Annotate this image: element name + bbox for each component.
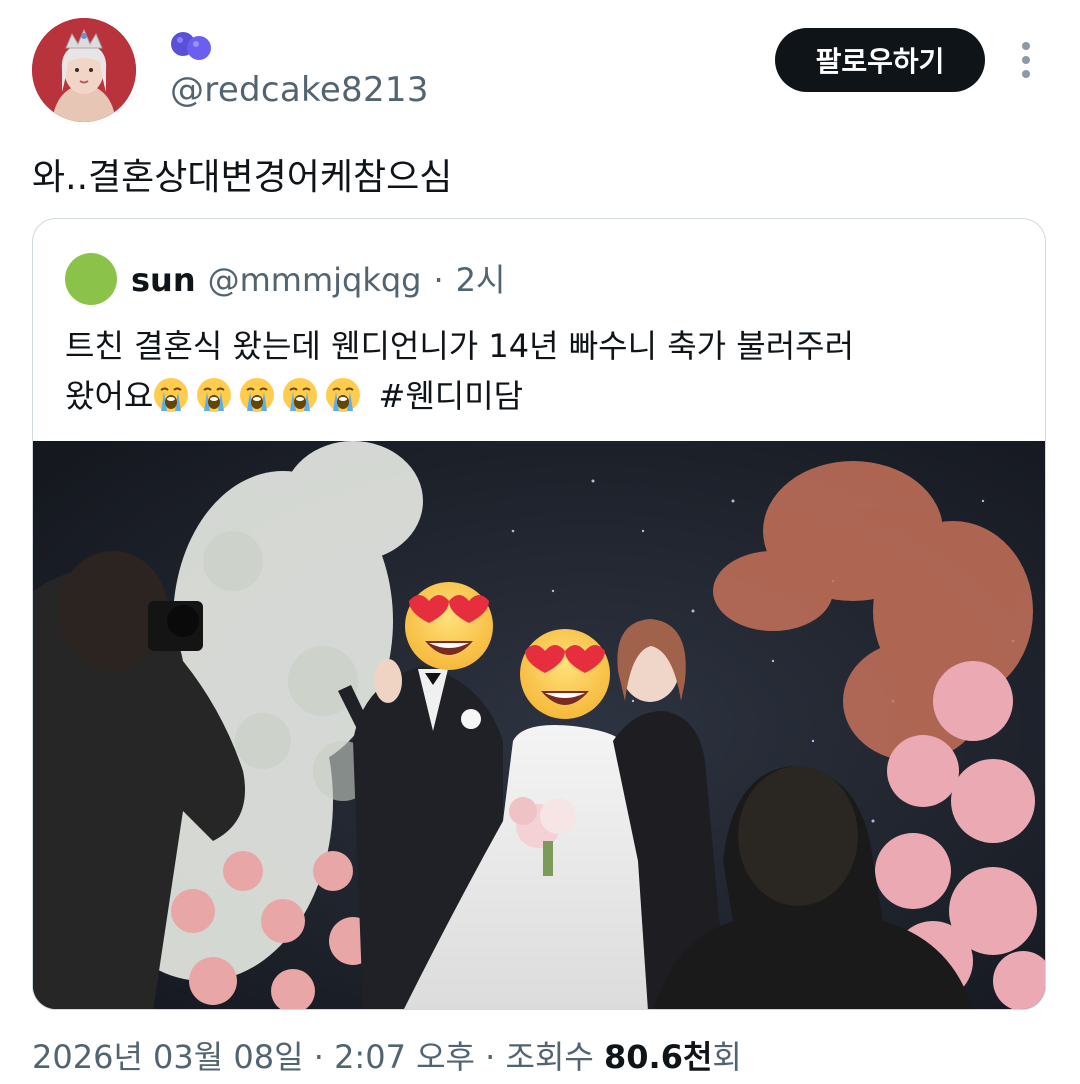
views-unit: 회 [712,1038,742,1076]
wedding-photo[interactable] [33,441,1046,1010]
separator-dot: · [433,261,444,299]
views-label: 조회수 [505,1038,594,1076]
quoted-tweet-text: 트친 결혼식 왔는데 웬디언니가 14년 빠수니 축가 불러주러 왔어요 #웬디… [65,321,1005,421]
quoted-author-handle[interactable]: @mmmjqkqg [208,261,422,299]
quoted-author-avatar[interactable] [65,253,117,305]
quoted-text-line-1: 트친 결혼식 왔는데 웬디언니가 14년 빠수니 축가 불러주러 [65,327,855,365]
author-avatar[interactable] [32,18,136,122]
quoted-author-name[interactable]: sun [131,261,196,299]
crying-face-emoji-icon [154,378,189,412]
separator-dot: · [485,1038,496,1076]
quoted-tweet-time[interactable]: 2시 [456,255,506,301]
quoted-text-line-2: 왔어요 #웬디미담 [65,371,1005,421]
separator-dot: · [313,1038,324,1076]
tweet-text: 와..결혼상대변경어케참으심 [32,157,453,198]
quoted-tweet-header: sun @mmmjqkqg · 2시 [131,255,505,301]
display-name-emoji-icon [168,28,216,64]
follow-button[interactable]: 팔로우하기 [775,28,985,92]
author-handle[interactable]: @redcake8213 [170,70,429,110]
crying-emoji-group [153,377,368,415]
more-options-icon[interactable] [1010,38,1042,82]
tweet-time[interactable]: 2:07 오후 [334,1038,475,1076]
crying-face-emoji-icon [283,378,318,412]
quoted-text-prefix: 왔어요 [65,377,154,415]
hashtag-link[interactable]: #웬디미담 [379,377,524,415]
quoted-tweet[interactable]: sun @mmmjqkqg · 2시 트친 결혼식 왔는데 웬디언니가 14년 … [32,218,1046,1010]
crying-face-emoji-icon [326,378,361,412]
crying-face-emoji-icon [197,378,232,412]
crying-face-emoji-icon [240,378,275,412]
tweet-meta: 2026년 03월 08일 · 2:07 오후 · 조회수 80.6천회 [32,1032,742,1078]
tweet-date[interactable]: 2026년 03월 08일 [32,1038,304,1076]
views-count: 80.6천 [604,1038,713,1076]
